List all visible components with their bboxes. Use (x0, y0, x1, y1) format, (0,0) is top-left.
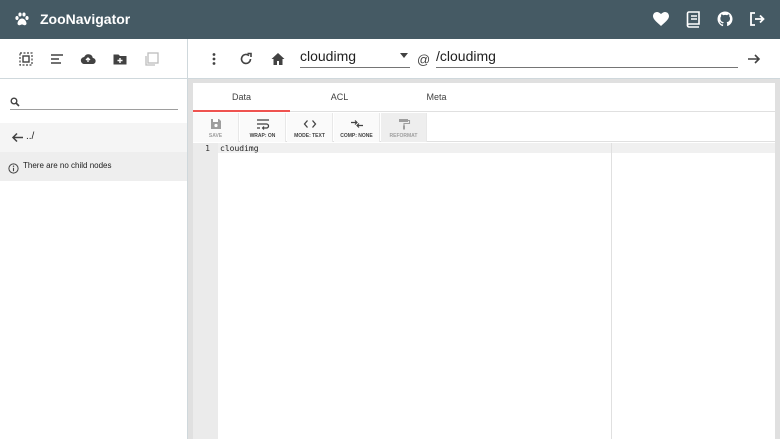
print-margin (611, 143, 612, 439)
refresh-icon[interactable] (238, 51, 254, 67)
parent-node-row[interactable]: ../ (0, 123, 187, 152)
editor-content[interactable]: cloudimg (220, 144, 259, 153)
node-tabs: Data ACL Meta (193, 83, 775, 112)
info-icon (8, 161, 19, 174)
parent-node-label: ../ (26, 131, 35, 142)
app-title: ZooNavigator (40, 11, 131, 27)
empty-children-message: There are no child nodes (23, 161, 112, 170)
book-icon[interactable] (684, 10, 702, 28)
tab-meta[interactable]: Meta (388, 83, 485, 112)
wrap-button[interactable]: WRAP: ON (240, 113, 286, 142)
node-toolbar: cloudimg @ (188, 39, 780, 79)
reformat-label: REFORMAT (389, 133, 418, 139)
save-button[interactable]: SAVE (193, 113, 239, 142)
node-card: Data ACL Meta SAVE WRAP: ON MODE: TEXT C… (193, 83, 775, 439)
active-line-highlight (218, 143, 775, 153)
save-icon (209, 117, 223, 129)
select-all-icon[interactable] (18, 51, 34, 67)
search-icon (10, 94, 20, 107)
tab-acl[interactable]: ACL (291, 83, 388, 112)
arrow-back-icon (11, 131, 24, 144)
at-separator: @ (417, 52, 431, 67)
mode-button[interactable]: MODE: TEXT (287, 113, 333, 142)
logout-icon[interactable] (748, 10, 766, 28)
create-folder-icon[interactable] (112, 51, 128, 67)
github-icon[interactable] (716, 10, 734, 28)
path-input[interactable] (436, 47, 736, 65)
more-vert-icon[interactable] (206, 51, 222, 67)
node-select-value: cloudimg (300, 48, 357, 64)
wrap-text-icon (256, 117, 270, 130)
cloud-upload-icon[interactable] (80, 51, 96, 67)
empty-children-notice: There are no child nodes (0, 152, 187, 181)
tab-data[interactable]: Data (193, 83, 290, 112)
dropdown-caret-icon (400, 53, 408, 58)
mode-label: MODE: TEXT (294, 133, 325, 139)
line-number: 1 (205, 144, 210, 153)
node-select[interactable]: cloudimg (300, 46, 410, 68)
node-search (10, 88, 178, 110)
editor-gutter: 1 (193, 143, 218, 439)
app-actions (652, 10, 766, 28)
search-input[interactable] (28, 90, 178, 108)
save-label: SAVE (208, 133, 223, 139)
wrap-label: WRAP: ON (249, 133, 276, 139)
editor-toolbar: SAVE WRAP: ON MODE: TEXT COMP: NONE REFO… (193, 113, 775, 142)
paw-logo-icon (14, 11, 30, 27)
home-icon[interactable] (270, 51, 286, 67)
code-icon (303, 117, 317, 129)
compression-label: COMP: NONE (340, 133, 373, 139)
heart-icon[interactable] (652, 10, 670, 28)
reformat-button[interactable]: REFORMAT (381, 113, 427, 142)
app-bar: ZooNavigator (0, 0, 780, 39)
arrow-forward-icon[interactable] (746, 51, 762, 67)
format-paint-icon (397, 117, 411, 130)
duplicate-icon[interactable] (144, 51, 160, 67)
path-field (436, 46, 738, 68)
tree-toolbar (0, 39, 188, 79)
compress-icon (350, 117, 364, 129)
compression-button[interactable]: COMP: NONE (334, 113, 380, 142)
sort-icon[interactable] (49, 51, 65, 67)
